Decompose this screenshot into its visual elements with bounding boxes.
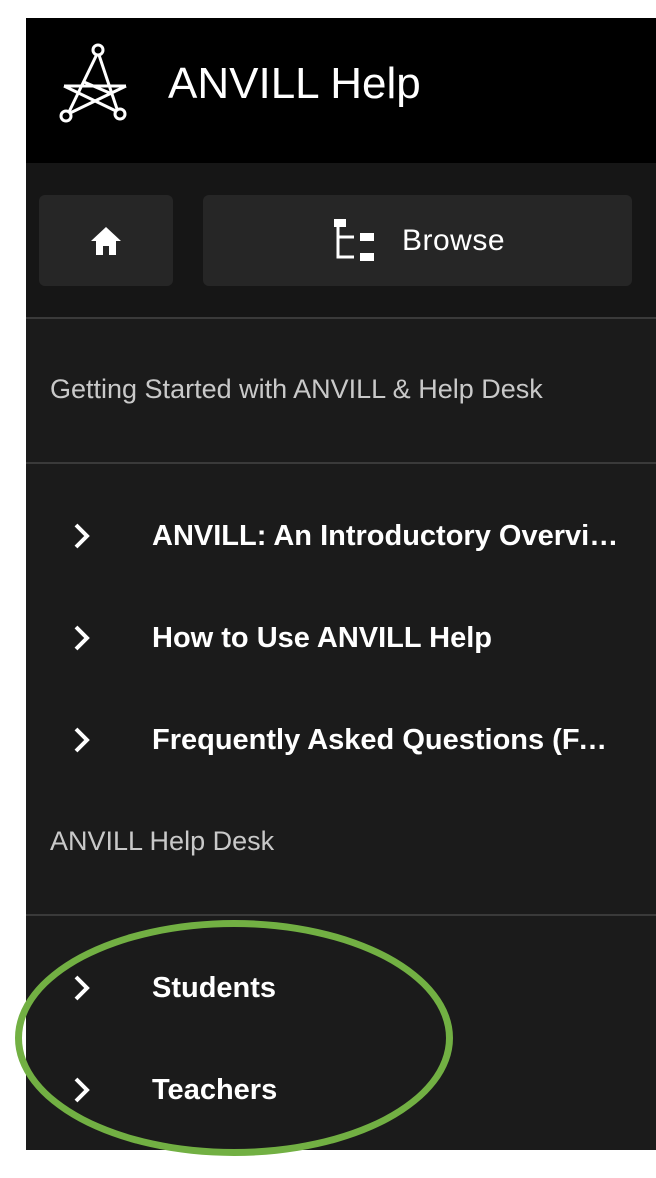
chevron-right-icon: [74, 727, 90, 753]
app-header: ANVILL Help: [26, 18, 656, 163]
chevron-right-icon: [74, 975, 90, 1001]
nav-item-label: Students: [152, 971, 277, 1004]
nav-item-introductory-overview[interactable]: ANVILL: An Introductory Overview: [26, 496, 656, 576]
browse-label: Browse: [401, 223, 506, 257]
chevron-right-icon: [74, 523, 90, 549]
nav-item-teachers[interactable]: Teachers: [26, 1050, 656, 1130]
section-heading-getting-started: Getting Started with ANVILL & Help Desk: [50, 374, 543, 404]
chevron-right-icon: [74, 625, 90, 651]
section-heading-help-desk: ANVILL Help Desk: [50, 826, 275, 856]
divider: [26, 914, 656, 916]
help-sidebar: ANVILL Help Browse Getting Started with …: [26, 18, 656, 1150]
nav-item-label: Teachers: [152, 1073, 278, 1106]
chevron-right-icon: [74, 1077, 90, 1103]
divider: [26, 462, 656, 464]
nav-item-how-to-use[interactable]: How to Use ANVILL Help: [26, 598, 656, 678]
app-title: ANVILL Help: [168, 59, 421, 108]
tree-structure-icon: [333, 218, 374, 261]
nav-item-label: ANVILL: An Introductory Overview: [152, 519, 622, 552]
home-button[interactable]: [39, 195, 173, 286]
divider: [26, 317, 656, 319]
nav-item-label: How to Use ANVILL Help: [152, 621, 492, 654]
nav-item-label: Frequently Asked Questions (FAQ): [152, 723, 622, 756]
nav-item-students[interactable]: Students: [26, 948, 656, 1028]
browse-button[interactable]: Browse: [203, 195, 632, 286]
home-icon: [91, 226, 121, 255]
anvill-network-logo-icon: [59, 43, 127, 123]
toolbar: Browse: [26, 163, 656, 318]
nav-item-faq[interactable]: Frequently Asked Questions (FAQ): [26, 700, 656, 780]
